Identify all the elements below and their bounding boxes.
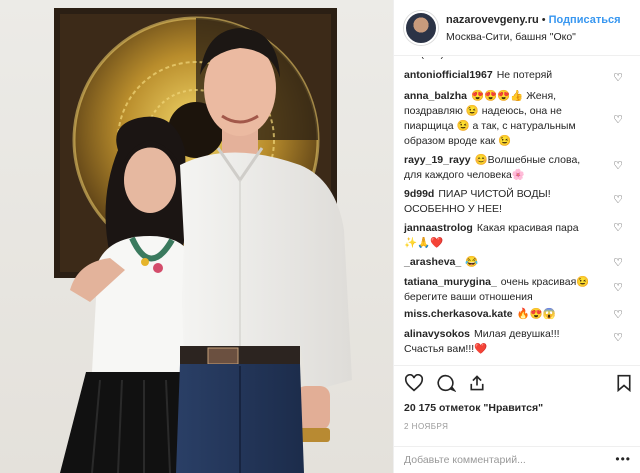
separator-dot: • xyxy=(541,14,546,26)
comment-text-line: ПИАР ЧИСТОЙ ВОДЫ! xyxy=(438,188,551,200)
follow-button[interactable]: Подписаться xyxy=(549,14,621,26)
comment-item: rayy_19_rayy 😊Волшебные слова, для каждог… xyxy=(404,153,604,183)
comment-text: 🔥😍😱 xyxy=(516,308,556,320)
like-comment-heart-icon[interactable]: ♡ xyxy=(613,283,623,294)
post-date[interactable]: 2 НОЯБРЯ xyxy=(404,422,448,431)
like-heart-icon[interactable] xyxy=(404,374,424,392)
more-options-icon[interactable]: ••• xyxy=(615,452,631,466)
comment-text-line: 😍😍😍👍 Женя, xyxy=(471,90,557,102)
comment-text-line: берегите ваши отношения xyxy=(404,291,533,303)
share-icon[interactable] xyxy=(468,374,486,392)
comment-username[interactable]: rayy_19_rayy xyxy=(404,154,471,166)
like-comment-heart-icon[interactable]: ♡ xyxy=(613,310,623,321)
comment-item: jannaastrolog Какая красивая пара ✨🙏❤️ xyxy=(404,221,604,251)
comment-text-line: для каждого человека🌸 xyxy=(404,169,525,181)
author-avatar[interactable] xyxy=(404,11,438,45)
comment-text: 😂 xyxy=(465,256,479,268)
comment-username[interactable]: tatiana_murygina_ xyxy=(404,276,497,288)
add-comment-bar: ••• xyxy=(394,446,640,473)
clipped-comment-text: ......(......)... ...... . xyxy=(404,57,477,60)
comment-text-line: ✨🙏❤️ xyxy=(404,237,444,249)
comment-text-line: ОСОБЕННО У НЕЕ! xyxy=(404,203,502,215)
like-comment-heart-icon[interactable]: ♡ xyxy=(613,161,623,172)
comment-text-line: поздравляю 😉 надеюсь, она не xyxy=(404,105,562,117)
like-comment-heart-icon[interactable]: ♡ xyxy=(613,223,623,234)
comment-item: tatiana_murygina_ очень красивая😉 берегит… xyxy=(404,275,604,305)
couple-photo-illustration xyxy=(0,0,393,473)
comment-username[interactable]: jannaastrolog xyxy=(404,222,473,234)
post-photo[interactable] xyxy=(0,0,393,473)
comment-text-line: образом вроде как 😉 xyxy=(404,135,512,147)
likes-count[interactable]: 20 175 отметок "Нравится" xyxy=(404,402,543,414)
post-side-panel: nazarovevgeny.ru • Подписаться Москва-Сити… xyxy=(393,0,640,473)
comment-item: alinavysokos Милая девушка!!! Счастья вам… xyxy=(404,327,604,357)
comment-username[interactable]: anna_balzha xyxy=(404,90,467,102)
comment-text-line: пиарщица 😉 а так, с натуральным xyxy=(404,120,576,132)
comment-item: anna_balzha 😍😍😍👍 Женя, поздравляю 😉 надею… xyxy=(404,89,604,149)
comment-text-line: 😊Волшебные слова, xyxy=(474,154,581,166)
like-comment-heart-icon[interactable]: ♡ xyxy=(613,73,623,84)
comments-list[interactable]: ......(......)... ...... . antoniofficia… xyxy=(394,57,640,365)
comment-bubble-icon[interactable] xyxy=(436,374,456,392)
post-location[interactable]: Москва-Сити, башня "Око" xyxy=(446,31,576,43)
comment-text-line: Счастья вам!!!❤️ xyxy=(404,343,488,355)
like-comment-heart-icon[interactable]: ♡ xyxy=(613,115,623,126)
comment-item: miss.cherkasova.kate 🔥😍😱 xyxy=(404,307,604,322)
comment-text: Не потеряй xyxy=(496,69,553,81)
post-header: nazarovevgeny.ru • Подписаться Москва-Сити… xyxy=(394,0,640,56)
comment-username[interactable]: miss.cherkasova.kate xyxy=(404,308,513,320)
comment-text-line: Милая девушка!!! xyxy=(473,328,560,340)
instagram-post-view: nazarovevgeny.ru • Подписаться Москва-Сити… xyxy=(0,0,640,473)
comment-item: 9d99d ПИАР ЧИСТОЙ ВОДЫ! ОСОБЕННО У НЕЕ! xyxy=(404,187,604,217)
comment-text-line: очень красивая😉 xyxy=(500,276,590,288)
comment-username[interactable]: 9d99d xyxy=(404,188,434,200)
save-bookmark-icon[interactable] xyxy=(616,374,632,392)
like-comment-heart-icon[interactable]: ♡ xyxy=(613,195,623,206)
comment-username[interactable]: antoniofficial1967 xyxy=(404,69,493,81)
add-comment-input[interactable] xyxy=(404,451,604,469)
author-username[interactable]: nazarovevgeny.ru xyxy=(446,14,539,26)
comment-username[interactable]: _arasheva_ xyxy=(404,256,461,268)
comment-item: antoniofficial1967 Не потеряй xyxy=(404,68,604,83)
comment-text-line: Какая красивая пара xyxy=(476,222,579,234)
comment-username[interactable]: alinavysokos xyxy=(404,328,470,340)
comment-item: _arasheva_ 😂 xyxy=(404,255,604,270)
author-line: nazarovevgeny.ru • Подписаться xyxy=(446,14,621,26)
like-comment-heart-icon[interactable]: ♡ xyxy=(613,258,623,269)
like-comment-heart-icon[interactable]: ♡ xyxy=(613,333,623,344)
